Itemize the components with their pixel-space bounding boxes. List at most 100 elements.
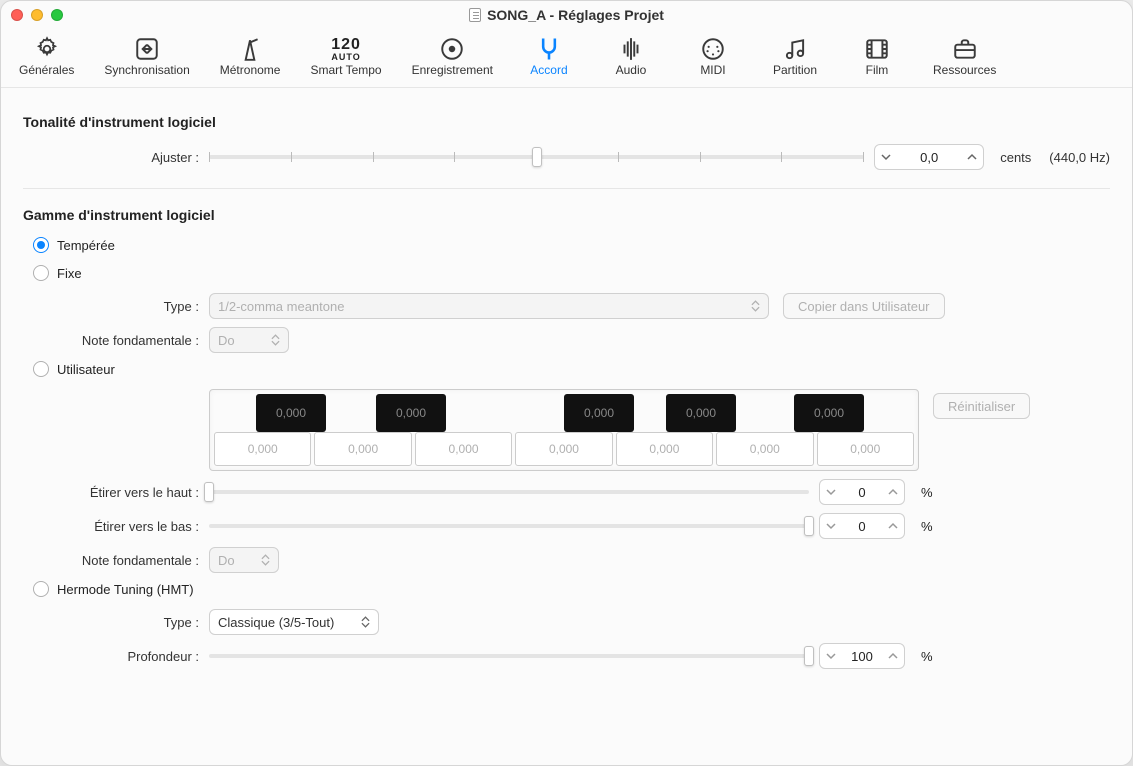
tab-film[interactable]: Film [845, 33, 909, 81]
white-key[interactable]: 0,000 [214, 432, 311, 466]
root-value: Do [218, 333, 235, 348]
stretch-up-stepper[interactable]: 0 [819, 479, 905, 505]
type-label: Type : [23, 299, 209, 314]
chevron-up-icon[interactable] [965, 152, 979, 162]
updown-icon [271, 334, 280, 346]
depth-label: Profondeur : [23, 649, 209, 664]
tab-smart-tempo[interactable]: 120 AUTO Smart Tempo [304, 33, 387, 81]
radio-hmt-label: Hermode Tuning (HMT) [57, 582, 194, 597]
hmt-type-select[interactable]: Classique (3/5-Tout) [209, 609, 379, 635]
document-icon [469, 8, 481, 22]
tab-sync[interactable]: Synchronisation [98, 33, 195, 81]
chevron-up-icon[interactable] [886, 487, 900, 497]
tab-label: Générales [19, 63, 74, 77]
root-select[interactable]: Do [209, 327, 289, 353]
briefcase-icon [951, 37, 979, 61]
record-icon [438, 37, 466, 61]
tab-tuning[interactable]: Accord [517, 33, 581, 81]
adjust-stepper[interactable]: 0,0 [874, 144, 984, 170]
gear-icon [33, 37, 61, 61]
radio-fixed[interactable] [33, 265, 49, 281]
adjust-hz: (440,0 Hz) [1049, 150, 1110, 165]
stretch-down-stepper[interactable]: 0 [819, 513, 905, 539]
content-pane: Tonalité d'instrument logiciel Ajuster :… [1, 88, 1132, 765]
radio-user[interactable] [33, 361, 49, 377]
radio-tempered-label: Tempérée [57, 238, 115, 253]
hmt-type-label: Type : [23, 615, 209, 630]
tab-label: Accord [530, 63, 567, 77]
white-key[interactable]: 0,000 [415, 432, 512, 466]
hmt-type-value: Classique (3/5-Tout) [218, 615, 334, 630]
chevron-down-icon[interactable] [824, 487, 838, 497]
root2-label: Note fondamentale : [23, 553, 209, 568]
copy-user-button[interactable]: Copier dans Utilisateur [783, 293, 945, 319]
percent-unit: % [921, 519, 933, 534]
black-key[interactable]: 0,000 [666, 394, 736, 432]
sync-icon [133, 37, 161, 61]
white-key[interactable]: 0,000 [716, 432, 813, 466]
chevron-up-icon[interactable] [886, 651, 900, 661]
black-key[interactable]: 0,000 [376, 394, 446, 432]
tab-label: Synchronisation [104, 63, 189, 77]
radio-user-label: Utilisateur [57, 362, 115, 377]
stretch-up-slider[interactable] [209, 482, 809, 502]
reset-button[interactable]: Réinitialiser [933, 393, 1030, 419]
tab-general[interactable]: Générales [13, 33, 80, 81]
metronome-icon [236, 37, 264, 61]
updown-icon [361, 616, 370, 628]
black-key[interactable]: 0,000 [564, 394, 634, 432]
tab-label: Enregistrement [412, 63, 493, 77]
adjust-label: Ajuster : [23, 150, 209, 165]
chevron-down-icon[interactable] [824, 521, 838, 531]
midi-icon [699, 37, 727, 61]
tab-midi[interactable]: MIDI [681, 33, 745, 81]
tab-recording[interactable]: Enregistrement [406, 33, 499, 81]
stretch-up-label: Étirer vers le haut : [23, 485, 209, 500]
stretch-down-label: Étirer vers le bas : [23, 519, 209, 534]
white-key[interactable]: 0,000 [616, 432, 713, 466]
percent-unit: % [921, 649, 933, 664]
settings-window: SONG_A - Réglages Projet Générales Synch… [0, 0, 1133, 766]
tab-label: Film [866, 63, 889, 77]
adjust-unit: cents [1000, 150, 1031, 165]
tab-label: Smart Tempo [310, 63, 381, 77]
adjust-slider[interactable] [209, 147, 864, 167]
tab-assets[interactable]: Ressources [927, 33, 1002, 81]
depth-value: 100 [838, 649, 886, 664]
white-key[interactable]: 0,000 [314, 432, 411, 466]
type-select[interactable]: 1/2-comma meantone [209, 293, 769, 319]
waveform-icon [617, 37, 645, 61]
chevron-down-icon[interactable] [879, 152, 893, 162]
radio-tempered[interactable] [33, 237, 49, 253]
tab-score[interactable]: Partition [763, 33, 827, 81]
chevron-up-icon[interactable] [886, 521, 900, 531]
root2-select[interactable]: Do [209, 547, 279, 573]
tab-label: MIDI [700, 63, 725, 77]
radio-hmt[interactable] [33, 581, 49, 597]
stretch-down-value: 0 [838, 519, 886, 534]
tuning-keyboard[interactable]: 0,000 0,000 0,000 0,000 0,000 0,000 0,00… [209, 389, 919, 471]
white-key[interactable]: 0,000 [817, 432, 914, 466]
toolbar: Générales Synchronisation Métronome 120 … [1, 29, 1132, 88]
updown-icon [751, 300, 760, 312]
depth-stepper[interactable]: 100 [819, 643, 905, 669]
film-icon [863, 37, 891, 61]
adjust-value: 0,0 [893, 150, 965, 165]
stretch-down-slider[interactable] [209, 516, 809, 536]
titlebar: SONG_A - Réglages Projet [1, 1, 1132, 29]
depth-slider[interactable] [209, 646, 809, 666]
white-key[interactable]: 0,000 [515, 432, 612, 466]
percent-unit: % [921, 485, 933, 500]
chevron-down-icon[interactable] [824, 651, 838, 661]
divider [23, 188, 1110, 189]
black-key[interactable]: 0,000 [256, 394, 326, 432]
window-title: SONG_A - Réglages Projet [1, 7, 1132, 23]
updown-icon [261, 554, 270, 566]
tab-metronome[interactable]: Métronome [214, 33, 287, 81]
section-header-scale: Gamme d'instrument logiciel [23, 207, 1110, 223]
root2-value: Do [218, 553, 235, 568]
tab-audio[interactable]: Audio [599, 33, 663, 81]
window-title-text: SONG_A - Réglages Projet [487, 7, 664, 23]
stretch-up-value: 0 [838, 485, 886, 500]
black-key[interactable]: 0,000 [794, 394, 864, 432]
